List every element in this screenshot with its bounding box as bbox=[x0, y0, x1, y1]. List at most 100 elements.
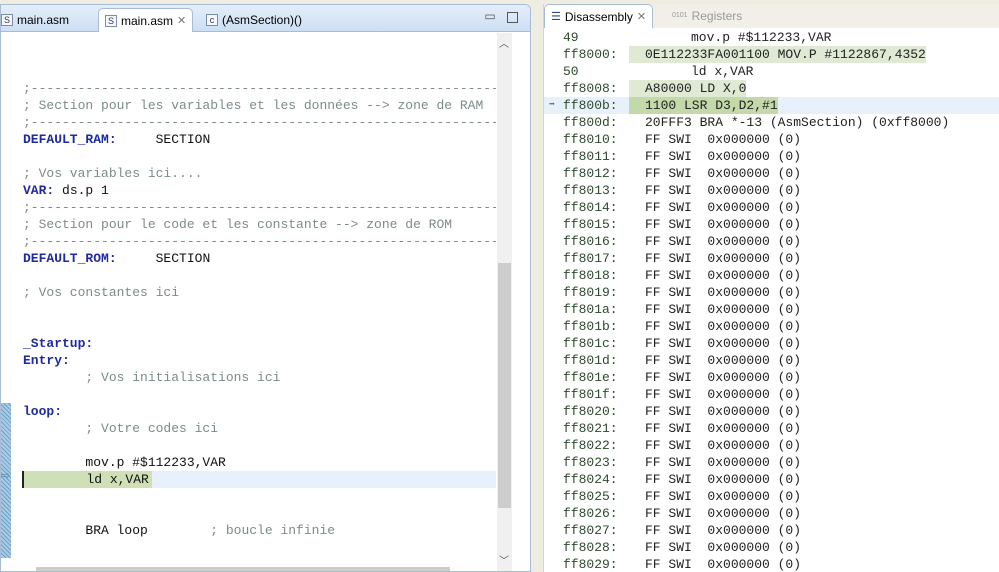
instruction: FF SWI 0x000000 (0) bbox=[645, 285, 802, 300]
close-icon[interactable]: ✕ bbox=[637, 6, 646, 28]
code-text: ; Section pour le code et les constante … bbox=[23, 217, 453, 232]
instruction: FF SWI 0x000000 (0) bbox=[645, 183, 802, 198]
code-text-rest: ds.p 1 bbox=[54, 183, 109, 198]
instruction: FF SWI 0x000000 (0) bbox=[645, 455, 802, 470]
asm-file-icon: S bbox=[1, 14, 13, 26]
disassembly-row[interactable]: ff8026: FF SWI 0x000000 (0) bbox=[544, 505, 999, 522]
disassembly-row[interactable]: ff8023: FF SWI 0x000000 (0) bbox=[544, 454, 999, 471]
disassembly-view[interactable]: 49 mov.p #$112233,VAR ff8000: 0E112233FA001… bbox=[544, 29, 999, 572]
instruction: FF SWI 0x000000 (0) bbox=[645, 268, 802, 283]
disassembly-row[interactable]: ff8028: FF SWI 0x000000 (0) bbox=[544, 539, 999, 556]
disassembly-row[interactable]: ff8010: FF SWI 0x000000 (0) bbox=[544, 131, 999, 148]
code-text: ld x,VAR bbox=[24, 472, 149, 487]
minimize-icon[interactable]: ▭ bbox=[484, 10, 496, 23]
close-icon[interactable]: ✕ bbox=[177, 10, 186, 32]
disassembly-row[interactable]: ff8016: FF SWI 0x000000 (0) bbox=[544, 233, 999, 250]
address: ff8015: bbox=[563, 217, 618, 232]
instruction: FF SWI 0x000000 (0) bbox=[645, 200, 802, 215]
code-line: DEFAULT_RAM: SECTION bbox=[23, 131, 496, 148]
code-lines: ;---------------------------------------… bbox=[22, 80, 496, 539]
disassembly-row[interactable]: ff8014: FF SWI 0x000000 (0) bbox=[544, 199, 999, 216]
address: ff8019: bbox=[563, 285, 618, 300]
instruction: FF SWI 0x000000 (0) bbox=[645, 302, 802, 317]
instruction: FF SWI 0x000000 (0) bbox=[645, 404, 802, 419]
code-text: ;---------------------------------------… bbox=[23, 81, 496, 96]
disassembly-row[interactable]: ff801a: FF SWI 0x000000 (0) bbox=[544, 301, 999, 318]
disassembly-row[interactable]: ff8024: FF SWI 0x000000 (0) bbox=[544, 471, 999, 488]
address: 50 bbox=[563, 64, 579, 79]
disassembly-row[interactable]: ff801d: FF SWI 0x000000 (0) bbox=[544, 352, 999, 369]
instruction: FF SWI 0x000000 (0) bbox=[645, 506, 802, 521]
disassembly-row[interactable]: ff8015: FF SWI 0x000000 (0) bbox=[544, 216, 999, 233]
code-line: ; Vos variables ici.... bbox=[23, 165, 496, 182]
instruction: 20FFF3 BRA *-13 (AsmSection) (0xff8000) bbox=[645, 115, 950, 130]
tab-asmsection[interactable]: c (AsmSection)() bbox=[200, 8, 308, 32]
tab-label: Registers bbox=[691, 9, 743, 23]
disassembly-row[interactable]: ➡ ff800b: 1100 LSR D3,D2,#1 bbox=[544, 97, 999, 114]
instruction: FF SWI 0x000000 (0) bbox=[645, 149, 802, 164]
code-line: mov.p #$112233,VAR bbox=[23, 454, 496, 471]
disassembly-row[interactable]: ff801e: FF SWI 0x000000 (0) bbox=[544, 369, 999, 386]
disassembly-row[interactable]: ff8011: FF SWI 0x000000 (0) bbox=[544, 148, 999, 165]
disassembly-row[interactable]: ff8021: FF SWI 0x000000 (0) bbox=[544, 420, 999, 437]
instruction: FF SWI 0x000000 (0) bbox=[645, 472, 802, 487]
disassembly-row[interactable]: ff8018: FF SWI 0x000000 (0) bbox=[544, 267, 999, 284]
disassembly-row[interactable]: ff8013: FF SWI 0x000000 (0) bbox=[544, 182, 999, 199]
tab-registers[interactable]: 0101 Registers bbox=[666, 4, 748, 28]
instruction: A80000 LD X,0 bbox=[629, 80, 747, 97]
registers-icon: 0101 bbox=[672, 12, 688, 19]
disassembly-row[interactable]: ff8012: FF SWI 0x000000 (0) bbox=[544, 165, 999, 182]
address: ff8014: bbox=[563, 200, 618, 215]
code-text: loop: bbox=[23, 404, 63, 419]
horizontal-scrollbar[interactable] bbox=[36, 567, 450, 571]
code-editor[interactable]: ⇨ ;-------------------------------------… bbox=[1, 33, 496, 571]
scrollbar-thumb[interactable] bbox=[498, 263, 511, 508]
code-line: DEFAULT_ROM: SECTION bbox=[23, 250, 496, 267]
code-line: VAR: ds.p 1 bbox=[23, 182, 496, 199]
disassembly-row[interactable]: ff8027: FF SWI 0x000000 (0) bbox=[544, 522, 999, 539]
vertical-scrollbar[interactable]: ︿ ﹀ bbox=[497, 33, 512, 571]
disassembly-row[interactable]: ff800d: 20FFF3 BRA *-13 (AsmSection) (0xf… bbox=[544, 114, 999, 131]
code-text: VAR: bbox=[23, 183, 55, 198]
code-line: ; Vos constantes ici bbox=[23, 284, 496, 301]
code-line: ;---------------------------------------… bbox=[23, 80, 496, 97]
disassembly-row[interactable]: ff801f: FF SWI 0x000000 (0) bbox=[544, 386, 999, 403]
disassembly-row[interactable]: 50 ld x,VAR bbox=[544, 63, 999, 80]
code-text: ;---------------------------------------… bbox=[23, 200, 496, 215]
disassembly-row[interactable]: ff8020: FF SWI 0x000000 (0) bbox=[544, 403, 999, 420]
code-line: Entry: bbox=[23, 352, 496, 369]
address: ff8008: bbox=[563, 81, 618, 96]
disassembly-row[interactable]: ff8029: FF SWI 0x000000 (0) bbox=[544, 556, 999, 572]
tab-main-asm-2[interactable]: Smain.asm ✕ bbox=[98, 8, 194, 32]
address: ff801a: bbox=[563, 302, 618, 317]
code-text: Entry: bbox=[23, 353, 70, 368]
disassembly-row[interactable]: ff8025: FF SWI 0x000000 (0) bbox=[544, 488, 999, 505]
code-line: ;---------------------------------------… bbox=[23, 199, 496, 216]
code-text: _Startup: bbox=[23, 336, 94, 351]
disassembly-row[interactable]: 49 mov.p #$112233,VAR bbox=[544, 29, 999, 46]
disassembly-row[interactable]: ff8017: FF SWI 0x000000 (0) bbox=[544, 250, 999, 267]
disassembly-row[interactable]: ff8022: FF SWI 0x000000 (0) bbox=[544, 437, 999, 454]
address: ff800d: bbox=[563, 115, 618, 130]
disassembly-row[interactable]: ff8008: A80000 LD X,0 bbox=[544, 80, 999, 97]
instruction: FF SWI 0x000000 (0) bbox=[645, 540, 802, 555]
address: ff8021: bbox=[563, 421, 618, 436]
scroll-down-icon[interactable]: ﹀ bbox=[499, 552, 509, 567]
maximize-icon[interactable] bbox=[507, 12, 518, 23]
disassembly-row[interactable]: ff801b: FF SWI 0x000000 (0) bbox=[544, 318, 999, 335]
code-text: ; Vos variables ici.... bbox=[23, 166, 203, 181]
disassembly-row[interactable]: ff8019: FF SWI 0x000000 (0) bbox=[544, 284, 999, 301]
code-text: DEFAULT_ROM: bbox=[23, 251, 117, 266]
disassembly-row[interactable]: ff801c: FF SWI 0x000000 (0) bbox=[544, 335, 999, 352]
tab-label: (AsmSection)() bbox=[222, 13, 303, 27]
tab-main-asm-1[interactable]: Smain.asm bbox=[1, 8, 75, 32]
instruction: FF SWI 0x000000 (0) bbox=[645, 336, 802, 351]
tab-disassembly[interactable]: ☰ Disassembly ✕ bbox=[544, 4, 654, 28]
source-line: mov.p #$112233,VAR bbox=[691, 30, 832, 45]
disassembly-row[interactable]: ff8000: 0E112233FA001100 MOV.P #1122867,4… bbox=[544, 46, 999, 63]
code-text: ; Section pour les variables et les donn… bbox=[23, 98, 484, 113]
scroll-up-icon[interactable]: ︿ bbox=[499, 35, 509, 50]
